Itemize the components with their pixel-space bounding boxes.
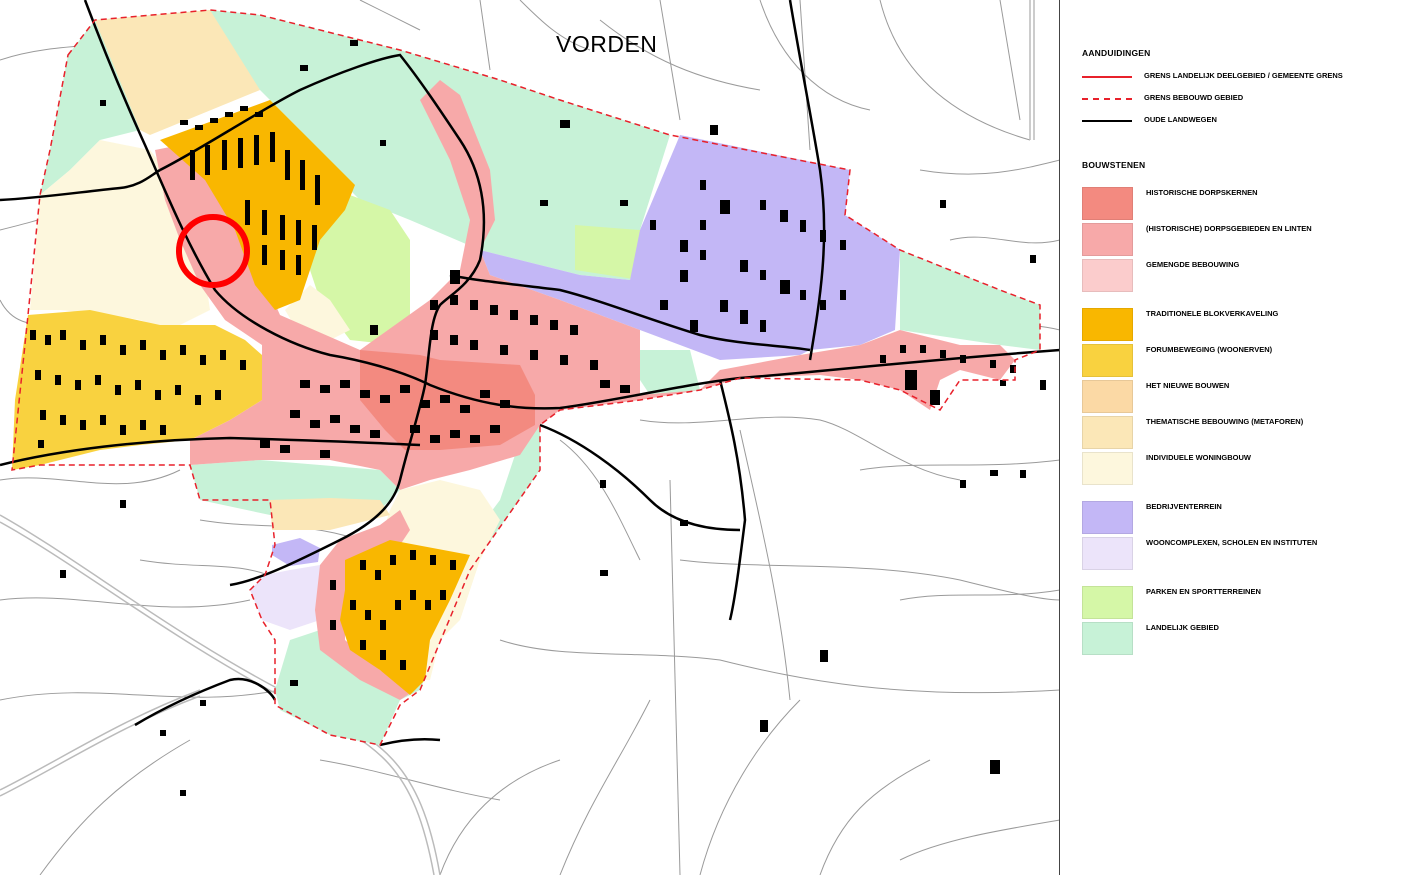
legend-line-label: GRENS BEBOUWD GEBIED xyxy=(1144,93,1244,102)
legend-swatch-label: BEDRIJVENTERREIN xyxy=(1146,502,1222,511)
legend-swatch xyxy=(1082,416,1133,449)
legend-section-bouwstenen: BOUWSTENEN xyxy=(1082,160,1146,170)
legend-swatch-label: INDIVIDUELE WONINGBOUW xyxy=(1146,453,1251,462)
legend-line-bebouwd-gebied xyxy=(1082,98,1132,100)
legend-panel: AANDUIDINGEN GRENS LANDELIJK DEELGEBIED … xyxy=(1060,0,1422,875)
legend-swatch-label: TRADITIONELE BLOKVERKAVELING xyxy=(1146,309,1279,318)
legend-swatch xyxy=(1082,586,1133,619)
legend-swatch-label: GEMENGDE BEBOUWING xyxy=(1146,260,1240,269)
legend-swatch xyxy=(1082,452,1133,485)
legend-swatch-label: WOONCOMPLEXEN, SCHOLEN EN INSTITUTEN xyxy=(1146,538,1318,547)
legend-line-label: GRENS LANDELIJK DEELGEBIED / GEMEENTE GR… xyxy=(1144,71,1343,80)
legend-section-aanduidingen: AANDUIDINGEN xyxy=(1082,48,1151,58)
legend-swatch xyxy=(1082,380,1133,413)
legend-swatch-label: (HISTORISCHE) DORPSGEBIEDEN EN LINTEN xyxy=(1146,224,1312,233)
legend-swatch xyxy=(1082,622,1133,655)
legend-swatch xyxy=(1082,259,1133,292)
map-title: VORDEN xyxy=(556,31,658,57)
legend-swatch xyxy=(1082,308,1133,341)
legend-line-oude-landwegen xyxy=(1082,120,1132,122)
legend-swatch xyxy=(1082,344,1133,377)
legend-swatch-label: THEMATISCHE BEBOUWING (METAFOREN) xyxy=(1146,417,1304,426)
legend-swatch xyxy=(1082,501,1133,534)
legend-swatch xyxy=(1082,187,1133,220)
legend-swatch-label: HISTORISCHE DORPSKERNEN xyxy=(1146,188,1258,197)
legend-line-label: OUDE LANDWEGEN xyxy=(1144,115,1217,124)
legend-swatch xyxy=(1082,223,1133,256)
legend-swatch-label: PARKEN EN SPORTTERREINEN xyxy=(1146,587,1261,596)
legend-line-gemeente-grens xyxy=(1082,76,1132,78)
map-canvas[interactable]: VORDEN xyxy=(0,0,1060,875)
legend-swatch xyxy=(1082,537,1133,570)
legend-swatch-label: FORUMBEWEGING (WOONERVEN) xyxy=(1146,345,1273,354)
legend-swatch-label: LANDELIJK GEBIED xyxy=(1146,623,1219,632)
legend-swatch-label: HET NIEUWE BOUWEN xyxy=(1146,381,1230,390)
